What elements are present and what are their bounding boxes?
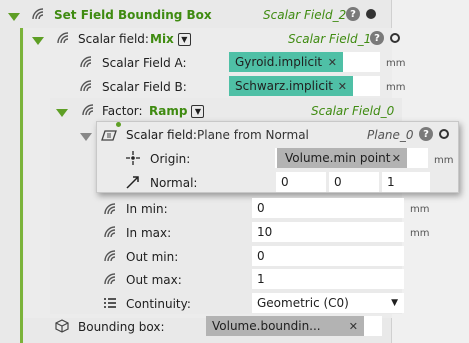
output-port-icon[interactable] [390,33,400,43]
unit-label: mm [410,204,430,215]
mix-instance-name: Scalar Field_1 [288,32,372,46]
close-icon[interactable]: ✕ [349,320,358,333]
scalar-field-icon [82,104,94,116]
continuity-label: Continuity: [126,297,191,311]
field-b-chip[interactable]: Schwarz.implicit ✕ [229,76,353,96]
cube-icon [55,319,69,333]
close-icon[interactable]: ✕ [392,152,401,165]
plane-instance-name: Plane_0 [367,128,414,142]
scalar-field-icon [80,80,92,92]
mix-type-value: Mix [150,32,174,46]
scalar-field-icon [104,250,116,262]
help-icon[interactable]: ? [419,127,433,141]
root-child-bar [20,28,23,343]
normal-x-input[interactable]: 0 [276,172,326,192]
plane-icon [101,130,117,141]
out-max-label: Out max: [126,273,182,287]
out-min-input[interactable]: 0 [252,246,404,266]
scalar-field-icon [32,8,44,20]
normal-label: Normal: [150,176,198,190]
plane-label: Scalar field: [126,128,197,142]
unit-label: mm [410,228,430,239]
unit-label: mm [386,82,406,93]
plane-type-value: Plane from Normal [197,128,309,142]
scalar-field-icon [104,273,116,285]
scalar-field-icon [104,226,116,238]
unit-label: mm [386,58,406,69]
output-port-icon[interactable] [366,9,376,19]
continuity-value: Geometric (C0) [257,296,349,310]
mix-collapse-toggle[interactable] [32,34,44,48]
normal-z-input[interactable]: 1 [382,172,430,192]
chevron-down-icon[interactable]: ▼ [191,104,205,118]
field-b-label: Scalar Field B: [102,80,187,94]
out-min-label: Out min: [126,250,179,264]
origin-value: Volume.min point [285,151,391,165]
origin-chip[interactable]: Volume.min point ✕ [277,148,407,168]
in-max-label: In max: [126,226,172,240]
in-min-label: In min: [126,202,168,216]
normal-vector-icon [126,176,139,189]
close-icon[interactable]: ✕ [338,80,347,93]
list-icon [104,298,116,308]
unit-label: mm [434,155,454,166]
bbox-chip[interactable]: Volume.boundin... ✕ [206,316,364,336]
close-icon[interactable]: ✕ [328,56,337,69]
scalar-field-icon [80,56,92,68]
field-a-label: Scalar Field A: [102,56,187,70]
root-instance-name: Scalar Field_2 [263,8,347,22]
origin-point-icon [126,151,140,165]
ramp-instance-name: Scalar Field_0 [311,104,395,118]
normal-y-input[interactable]: 0 [329,172,379,192]
dropdown-arrow-icon[interactable]: ▼ [391,298,398,308]
help-icon[interactable]: ? [370,31,384,45]
out-max-input[interactable]: 1 [252,269,404,289]
continuity-select[interactable]: Geometric (C0) ▼ [252,293,404,313]
ramp-label: Factor: [102,104,143,118]
mix-label: Scalar field: [78,32,149,46]
origin-label: Origin: [150,152,191,166]
bbox-value: Volume.boundin... [212,319,321,333]
ramp-type-select[interactable]: Ramp ▼ [149,104,205,118]
in-max-input[interactable]: 10 [252,222,404,242]
scalar-field-icon [104,203,116,215]
scalar-field-icon [57,32,69,44]
root-title: Set Field Bounding Box [54,8,212,22]
chevron-down-icon[interactable]: ▼ [177,32,191,46]
field-a-value: Gyroid.implicit [235,55,323,69]
field-a-chip[interactable]: Gyroid.implicit ✕ [229,52,343,72]
root-collapse-toggle[interactable] [8,10,20,24]
plane-collapse-toggle[interactable] [80,130,92,144]
field-b-value: Schwarz.implicit [235,79,333,93]
bbox-label: Bounding box: [78,320,165,334]
mix-type-select[interactable]: Mix ▼ [150,32,191,46]
output-port-icon[interactable] [439,129,449,139]
in-min-input[interactable]: 0 [252,198,404,218]
ramp-type-value: Ramp [149,104,188,118]
ramp-collapse-toggle[interactable] [56,106,68,120]
help-icon[interactable]: ? [346,7,360,21]
